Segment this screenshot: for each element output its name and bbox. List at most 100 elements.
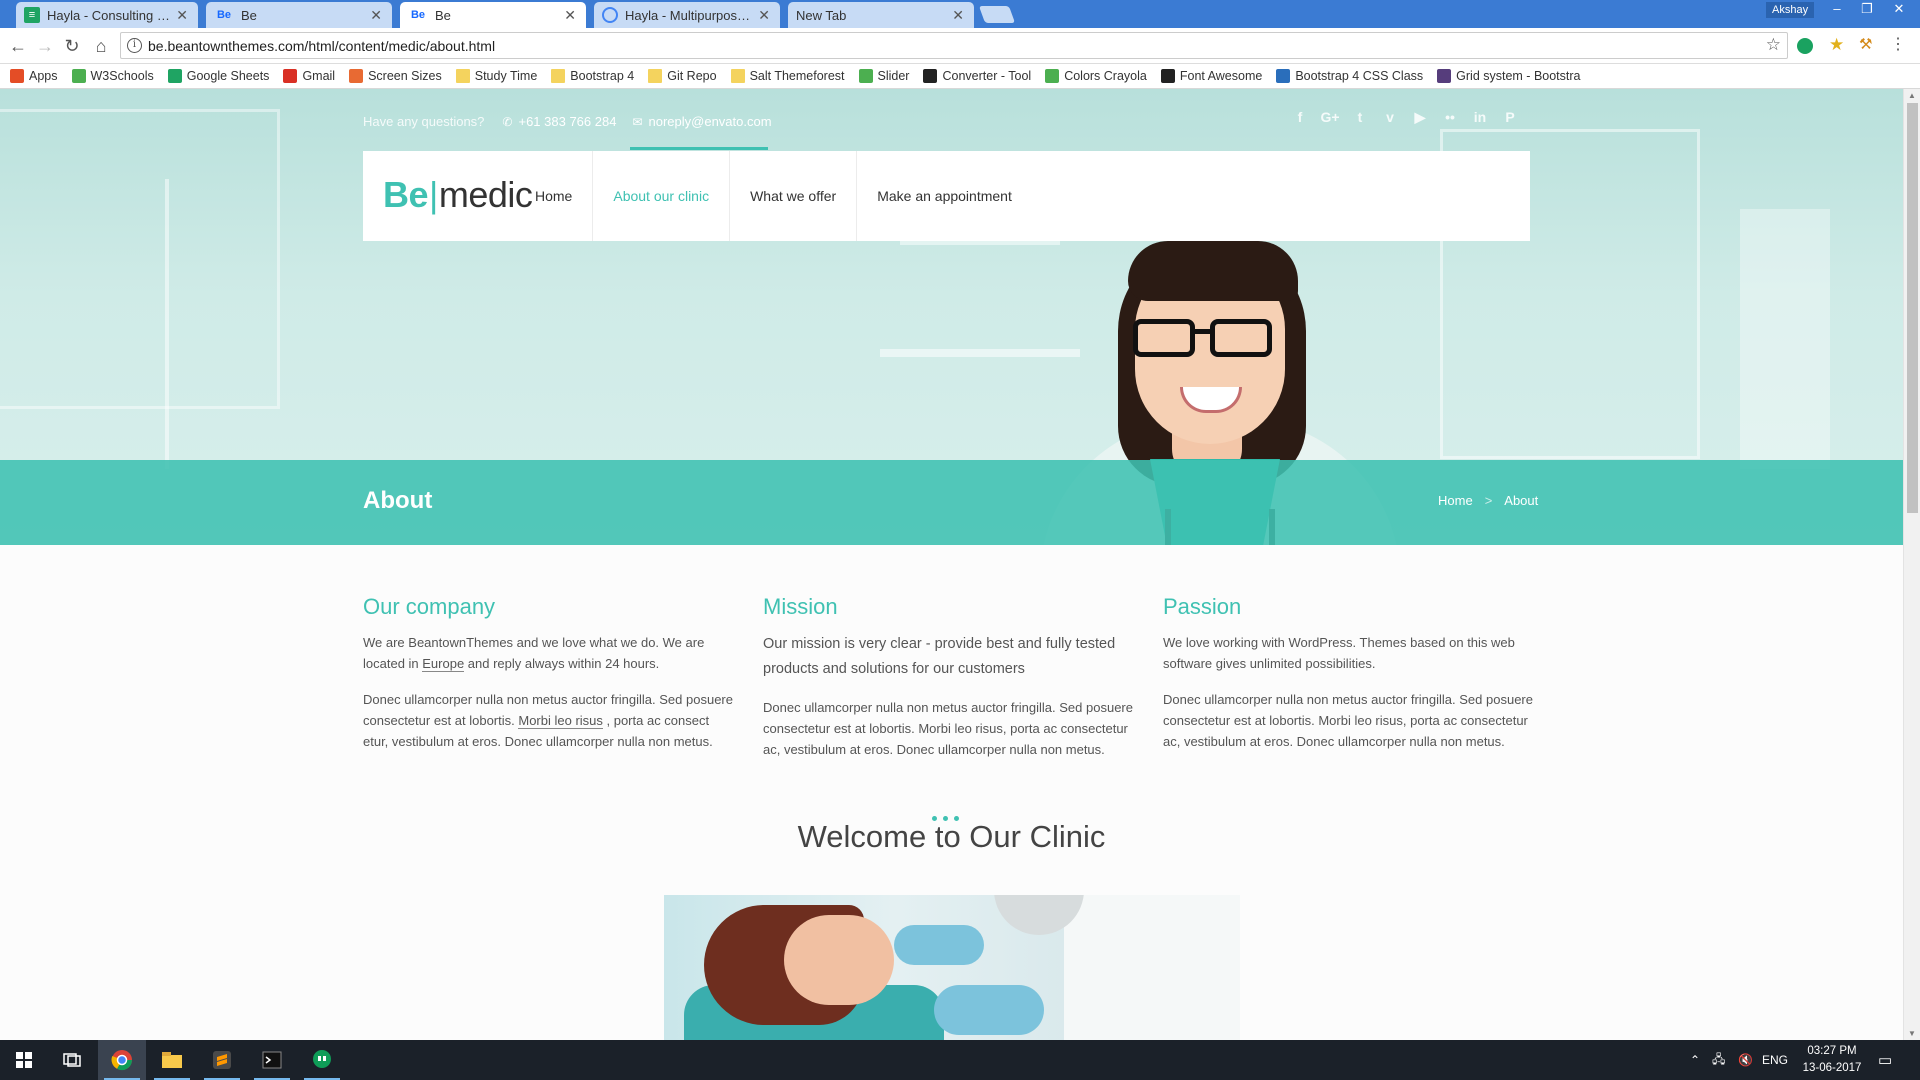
task-view-icon[interactable] xyxy=(48,1040,96,1080)
menu-item-offer[interactable]: What we offer xyxy=(730,151,858,241)
forward-icon[interactable]: → xyxy=(35,36,55,56)
file-explorer-icon[interactable] xyxy=(148,1040,196,1080)
tray-up-arrow-icon[interactable]: ⌃ xyxy=(1690,1040,1700,1080)
europe-link[interactable]: Europe xyxy=(422,656,465,672)
bookmark-font-awesome[interactable]: Font Awesome xyxy=(1160,69,1262,83)
glasses-right xyxy=(1210,319,1272,357)
close-window-icon[interactable]: ✕ xyxy=(1884,0,1914,20)
pinterest-icon[interactable]: P xyxy=(1495,109,1525,126)
tab-2[interactable]: Be Be ✕ xyxy=(206,2,392,28)
tab-1[interactable]: ≡ Hayla - Consulting HTML ✕ xyxy=(16,2,198,28)
bookmark-colors-crayola[interactable]: Colors Crayola xyxy=(1045,69,1147,83)
w3schools-icon xyxy=(71,69,86,83)
tab-4[interactable]: Hayla - Multipurpose Bu ✕ xyxy=(594,2,780,28)
tab-title: New Tab xyxy=(796,7,847,23)
site-logo[interactable]: Be|medic xyxy=(383,174,533,216)
bookmark-label: Git Repo xyxy=(667,69,717,83)
close-icon[interactable]: ✕ xyxy=(758,7,770,24)
bookmark-apps[interactable]: Apps xyxy=(10,69,58,83)
profile-button[interactable]: Akshay xyxy=(1766,2,1815,18)
bookmark-study-time[interactable]: Study Time xyxy=(455,69,538,83)
youtube-icon[interactable]: ▶ xyxy=(1405,109,1435,126)
restore-icon[interactable]: ❐ xyxy=(1852,0,1882,20)
menu-item-home[interactable]: Home xyxy=(515,151,594,241)
bookmark-label: Study Time xyxy=(474,69,538,83)
mail-icon: ✉ xyxy=(632,114,643,129)
system-clock[interactable]: 03:27 PM 13-06-2017 xyxy=(1796,1043,1868,1077)
close-icon[interactable]: ✕ xyxy=(370,7,382,24)
close-icon[interactable]: ✕ xyxy=(176,7,188,24)
menu-item-appointment[interactable]: Make an appointment xyxy=(857,151,1032,241)
page-title-bar: About Home > About xyxy=(0,460,1903,545)
terminal-icon[interactable] xyxy=(248,1040,296,1080)
scroll-down-icon[interactable]: ▼ xyxy=(1908,1029,1916,1038)
page-scrollbar[interactable]: ▲ ▼ xyxy=(1903,89,1920,1040)
menu-item-about[interactable]: About our clinic xyxy=(593,151,731,241)
hero-background-shape xyxy=(165,179,169,469)
contact-email[interactable]: noreply@envato.com xyxy=(649,114,772,129)
morbi-link[interactable]: Morbi leo risus xyxy=(518,713,603,729)
breadcrumb-home[interactable]: Home xyxy=(1438,493,1473,508)
back-icon[interactable]: ← xyxy=(8,36,28,56)
close-icon[interactable]: ✕ xyxy=(564,7,576,24)
sublime-icon[interactable] xyxy=(198,1040,246,1080)
network-icon[interactable]: 🖧 xyxy=(1712,1040,1725,1080)
bookmark-gmail[interactable]: Gmail xyxy=(283,69,335,83)
column-heading: Mission xyxy=(763,594,838,619)
facebook-icon[interactable]: f xyxy=(1285,109,1315,126)
photo-dentist-coat xyxy=(1064,895,1240,1040)
bookmark-star-icon[interactable]: ☆ xyxy=(1766,35,1781,55)
site-header: Be|medic Home About our clinic What we o… xyxy=(363,151,1530,241)
minimize-icon[interactable]: – xyxy=(1822,0,1852,20)
extension-hammer-icon[interactable]: ⚒ xyxy=(1859,37,1875,54)
extension-green-icon[interactable] xyxy=(1797,38,1813,54)
be-icon: Be xyxy=(410,9,426,21)
bookmark-w3schools[interactable]: W3Schools xyxy=(71,69,154,83)
twitter-icon[interactable]: t xyxy=(1345,109,1375,126)
tab-5[interactable]: New Tab ✕ xyxy=(788,2,974,28)
scrollbar-thumb[interactable] xyxy=(1907,103,1918,513)
home-icon[interactable]: ⌂ xyxy=(91,36,111,56)
bookmark-converter-tool[interactable]: Converter - Tool xyxy=(923,69,1031,83)
address-bar[interactable]: i be.beantownthemes.com/html/content/med… xyxy=(120,32,1788,59)
bookmark-label: W3Schools xyxy=(90,69,154,83)
bookmark-salt-themeforest[interactable]: Salt Themeforest xyxy=(730,69,845,83)
tab-title: Be xyxy=(241,7,257,23)
contact-phone[interactable]: +61 383 766 284 xyxy=(518,114,616,129)
linkedin-icon[interactable]: in xyxy=(1465,109,1495,126)
action-center-icon[interactable]: ▭ xyxy=(1878,1040,1892,1080)
column-mission: Mission Our mission is very clear - prov… xyxy=(763,594,1133,775)
hangouts-icon[interactable] xyxy=(298,1040,346,1080)
volume-muted-icon[interactable]: 🔇 xyxy=(1738,1040,1753,1080)
bookmark-label: Google Sheets xyxy=(186,69,270,83)
bookmark-git-repo[interactable]: Git Repo xyxy=(648,69,717,83)
new-tab-button[interactable] xyxy=(978,6,1016,23)
bookmark-screen-sizes[interactable]: Screen Sizes xyxy=(349,69,442,83)
close-icon[interactable]: ✕ xyxy=(952,7,964,24)
url-text[interactable]: be.beantownthemes.com/html/content/medic… xyxy=(148,38,495,54)
bookmark-bootstrap-4[interactable]: Bootstrap 4 xyxy=(551,69,634,83)
chrome-icon[interactable] xyxy=(98,1040,146,1080)
extension-star-icon[interactable]: ★ xyxy=(1829,36,1845,54)
bt-icon xyxy=(923,69,938,83)
reload-icon[interactable]: ↻ xyxy=(62,36,82,56)
tab-3-active[interactable]: Be Be ✕ xyxy=(400,2,586,28)
language-indicator[interactable]: ENG xyxy=(1762,1040,1788,1080)
bookmark-slider[interactable]: Slider xyxy=(858,69,909,83)
gmail-icon xyxy=(283,69,298,83)
bookmark-google-sheets[interactable]: Google Sheets xyxy=(167,69,270,83)
info-icon[interactable]: i xyxy=(127,38,142,53)
bookmark-bootstrap-4-css-class[interactable]: Bootstrap 4 CSS Class xyxy=(1276,69,1423,83)
google-plus-icon[interactable]: G+ xyxy=(1315,109,1345,126)
photo-glove xyxy=(894,925,984,965)
scroll-up-icon[interactable]: ▲ xyxy=(1908,91,1916,100)
menu-kebab-icon[interactable]: ⋮ xyxy=(1890,37,1906,54)
contact-question: Have any questions? xyxy=(363,114,485,129)
bookmark-grid-system-bootstra[interactable]: Grid system - Bootstra xyxy=(1437,69,1581,83)
contact-bar: Have any questions? ✆ +61 383 766 284 ✉ … xyxy=(363,114,772,129)
windows-start-icon[interactable] xyxy=(0,1040,48,1080)
flickr-icon[interactable]: •• xyxy=(1435,109,1465,126)
doctor-bangs xyxy=(1128,241,1298,301)
vimeo-icon[interactable]: v xyxy=(1375,109,1405,126)
